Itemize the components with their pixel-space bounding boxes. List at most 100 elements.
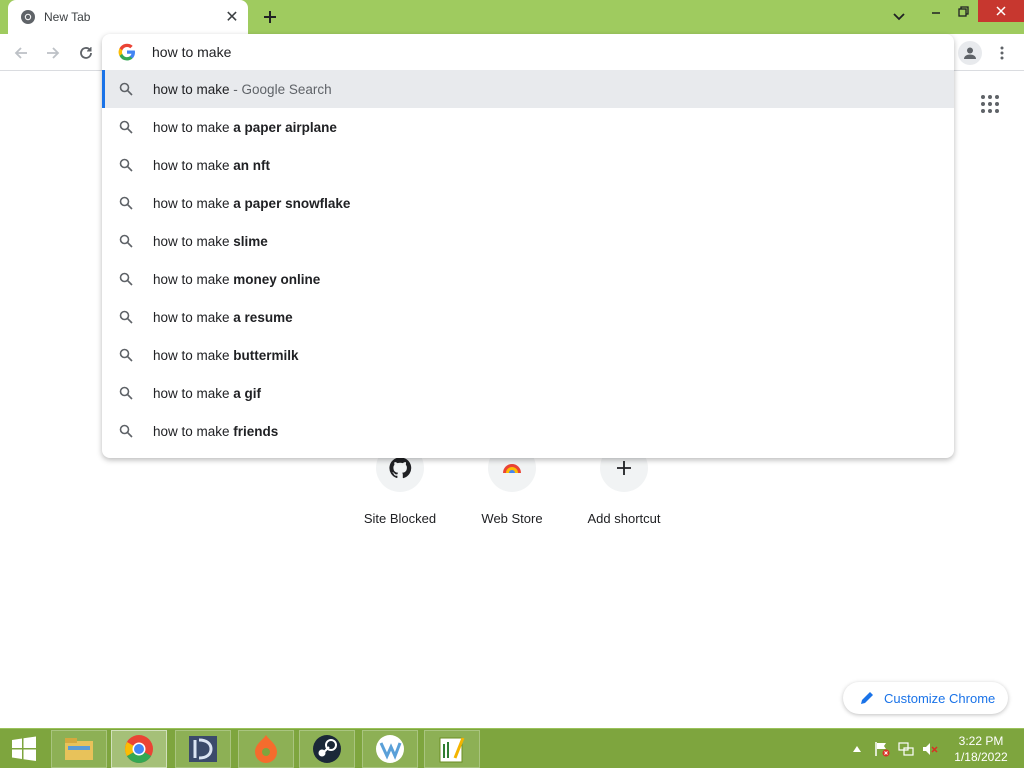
omnibox-suggestion[interactable]: how to make a paper airplane [102,108,954,146]
clock-date: 1/18/2022 [954,750,1008,764]
plus-icon [264,11,276,23]
omnibox-suggestion[interactable]: how to make a gif [102,374,954,412]
profile-button[interactable] [958,41,982,65]
show-hidden-icons-button[interactable] [850,729,864,768]
network-tray[interactable] [896,729,916,768]
suggestion-prefix: how to make [153,385,234,401]
search-icon [119,158,133,172]
restore-icon [957,5,969,17]
suggestion-text: how to make a gif [153,386,261,401]
chevron-down-icon [893,13,905,21]
github-icon [389,457,412,479]
search-icon [119,82,133,96]
vk-icon [376,735,404,763]
address-bar-input[interactable] [152,42,912,62]
suggestion-completion: a paper snowflake [233,195,351,211]
omnibox-suggestion[interactable]: how to make a paper snowflake [102,184,954,222]
volume-muted-icon [923,743,938,755]
suggestion-text: how to make a resume [153,310,293,325]
back-button[interactable] [9,41,33,65]
suggestion-prefix: how to make [153,119,234,135]
search-icon [119,424,133,438]
suggestion-completion: a gif [233,385,262,401]
windows-logo-icon [12,736,36,761]
suggestion-completion: friends [233,423,279,439]
chrome-icon [20,9,36,25]
suggestion-completion: money online [233,271,321,287]
taskbar: 3:22 PM 1/18/2022 [0,728,1024,768]
start-button[interactable] [0,729,48,768]
taskbar-ide[interactable] [175,730,231,768]
search-icon [119,234,133,248]
action-center-flag-icon [875,742,890,757]
omnibox-suggestion[interactable]: how to make money online [102,260,954,298]
search-icon [119,348,133,362]
clock-time: 3:22 PM [958,734,1004,748]
reload-button[interactable] [74,41,98,65]
suggestion-prefix: how to make [153,157,234,173]
taskbar-steam[interactable] [299,730,355,768]
google-apps-button[interactable] [978,92,1002,116]
omnibox-suggestion[interactable]: how to make friends [102,412,954,450]
search-icon [119,310,133,324]
kebab-menu-icon [1000,46,1004,60]
chrome-menu-button[interactable] [992,41,1012,65]
shortcut-web-store[interactable]: Web Store [456,444,568,540]
action-center-tray[interactable] [872,729,892,768]
suggestion-prefix: how to make [153,195,234,211]
reload-icon [80,47,92,59]
omnibox-suggestion[interactable]: how to make a resume [102,298,954,336]
suggestion-text: how to make buttermilk [153,348,299,363]
close-icon[interactable]: ✕ [222,7,242,27]
chrome-web-store-icon [503,464,521,473]
suggestion-prefix: how to make [153,309,234,325]
arrow-left-icon [14,47,27,59]
suggestion-prefix: how to make [153,81,230,97]
title-bar: New Tab ✕ [0,0,1024,34]
system-clock[interactable]: 3:22 PM 1/18/2022 [948,733,1014,765]
taskbar-vk[interactable] [362,730,418,768]
omnibox-suggestion[interactable]: how to make slime [102,222,954,260]
grid-icon [981,95,999,113]
taskbar-notepad-plus[interactable] [424,730,480,768]
chrome-icon [125,735,153,763]
suggestion-completion: a resume [233,309,293,325]
omnibox-suggestion[interactable]: how to make buttermilk [102,336,954,374]
shortcut-site-blocked[interactable]: Site Blocked [344,444,456,540]
suggestion-text: how to make a paper snowflake [153,196,350,211]
origin-icon [255,735,277,763]
suggestion-text: how to make - Google Search [153,82,332,97]
search-icon [119,196,133,210]
shortcut-label: Site Blocked [363,511,437,526]
omnibox-suggestion[interactable]: how to make - Google Search [102,70,954,108]
google-g-icon [118,43,135,61]
shortcut-add[interactable]: Add shortcut [568,444,680,540]
customize-chrome-button[interactable]: Customize Chrome [843,682,1008,714]
person-icon [964,47,976,59]
file-explorer-icon [65,738,93,760]
suggestion-completion: an nft [233,157,271,173]
show-hidden-icons-icon [853,746,861,752]
pencil-icon [861,692,873,704]
taskbar-chrome[interactable] [111,730,167,768]
taskbar-file-explorer[interactable] [51,730,107,768]
minimize-button[interactable] [922,0,950,22]
new-tab-button[interactable] [258,6,282,28]
window-close-button[interactable] [978,0,1024,22]
steam-icon [313,735,341,763]
volume-tray[interactable] [920,729,940,768]
forward-button[interactable] [41,41,65,65]
minimize-icon [932,12,940,14]
close-icon [996,6,1006,16]
plus-icon [617,461,631,475]
omnibox-row [102,34,954,70]
tab-new-tab[interactable]: New Tab ✕ [8,0,248,34]
restore-button[interactable] [950,0,976,22]
taskbar-origin[interactable] [238,730,294,768]
arrow-right-icon [47,47,60,59]
suggestion-suffix: - Google Search [229,81,332,97]
omnibox-suggestion[interactable]: how to make an nft [102,146,954,184]
suggestion-completion: buttermilk [233,347,299,363]
tab-search-button[interactable] [888,8,910,26]
suggestion-text: how to make money online [153,272,320,287]
